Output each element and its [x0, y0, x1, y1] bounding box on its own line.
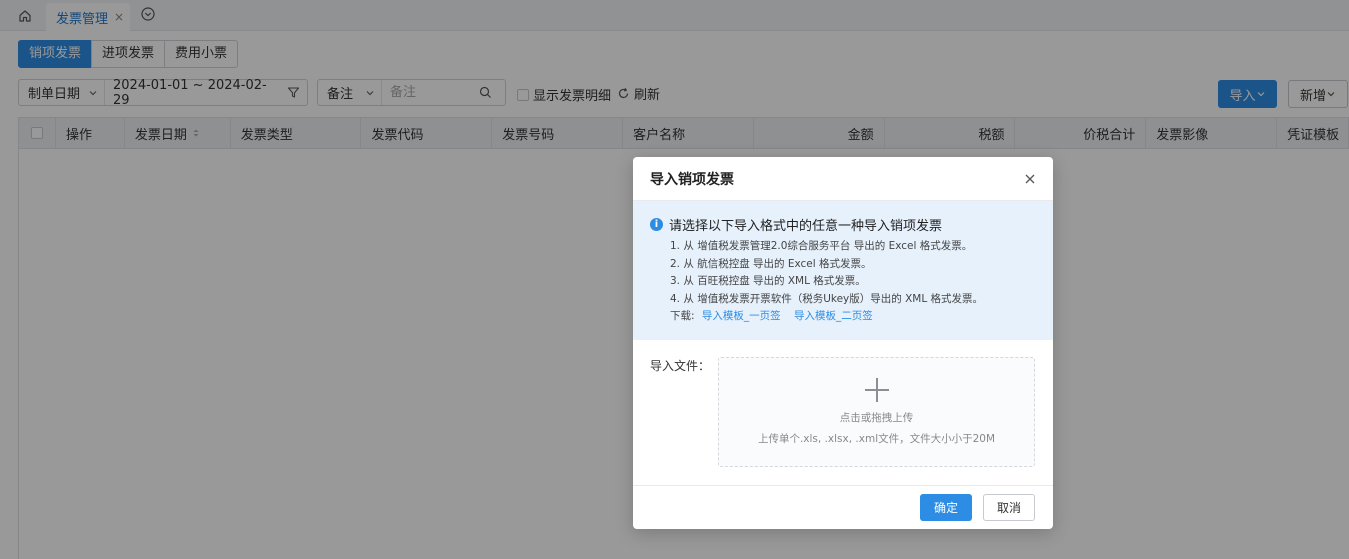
close-icon[interactable]: [1023, 172, 1037, 186]
dialog-header: 导入销项发票: [633, 157, 1053, 201]
upload-hint: 点击或拖拽上传: [839, 412, 914, 424]
info-title-text: 请选择以下导入格式中的任意一种导入销项发票: [669, 219, 943, 234]
list-item: 4. 从 增值税发票开票软件（税务Ukey版）导出的 XML 格式发票。: [670, 292, 984, 305]
list-item: 1. 从 增值税发票管理2.0综合服务平台 导出的 Excel 格式发票。: [670, 240, 973, 252]
upload-note: 上传单个.xls, .xlsx, .xml文件，文件大小小于20M: [757, 433, 996, 445]
plus-icon: [864, 378, 889, 402]
list-item: 3. 从 百旺税控盘 导出的 XML 格式发票。: [670, 275, 866, 287]
import-sales-invoice-dialog: 导入销项发票 i 请选择以下导入格式中的任意一种导入销项发票 1. 从 增值税发…: [633, 157, 1053, 529]
import-format-list: 1. 从 增值税发票管理2.0综合服务平台 导出的 Excel 格式发票。 2.…: [650, 238, 1037, 308]
import-info-panel: i 请选择以下导入格式中的任意一种导入销项发票 1. 从 增值税发票管理2.0综…: [633, 201, 1053, 340]
download-template-two-sheet-link[interactable]: 导入模板_二页签: [794, 310, 873, 322]
dialog-title: 导入销项发票: [650, 171, 734, 188]
dialog-footer: 确定 取消: [633, 485, 1053, 529]
cancel-button[interactable]: 取消: [983, 494, 1035, 521]
confirm-button[interactable]: 确定: [920, 494, 972, 521]
download-label: 下载:: [670, 310, 695, 322]
download-template-one-sheet-link[interactable]: 导入模板_一页签: [702, 310, 781, 322]
info-icon: i: [650, 218, 663, 231]
upload-label: 导入文件：: [650, 359, 711, 373]
download-row: 下载: 导入模板_一页签 导入模板_二页签: [650, 308, 1037, 325]
info-title: i 请选择以下导入格式中的任意一种导入销项发票: [650, 215, 1037, 234]
file-upload-dropzone[interactable]: 点击或拖拽上传 上传单个.xls, .xlsx, .xml文件，文件大小小于20…: [718, 357, 1035, 467]
list-item: 2. 从 航信税控盘 导出的 Excel 格式发票。: [670, 257, 872, 270]
